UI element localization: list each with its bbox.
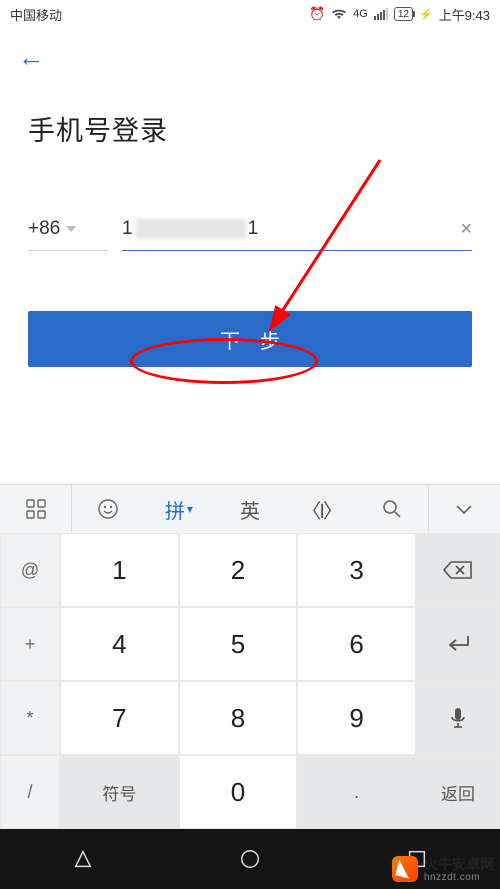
- key-at[interactable]: @: [0, 533, 60, 607]
- nav-recent-icon[interactable]: [406, 848, 428, 870]
- clear-input-icon[interactable]: ×: [460, 218, 472, 241]
- keyboard-search-icon[interactable]: [357, 485, 428, 533]
- keyboard-emoji-icon[interactable]: [72, 485, 143, 533]
- key-plus[interactable]: +: [0, 607, 60, 681]
- key-slash[interactable]: /: [0, 755, 60, 829]
- country-code-selector[interactable]: +86: [28, 218, 108, 251]
- phone-number-input[interactable]: 1 1 ×: [122, 218, 472, 251]
- wifi-icon: [331, 8, 347, 20]
- carrier-label: 中国移动: [10, 5, 62, 24]
- keyboard-toolbar: 拼▾ 英 〈I〉: [0, 485, 500, 533]
- key-1[interactable]: 1: [60, 533, 179, 607]
- keyboard-collapse-icon[interactable]: [429, 485, 500, 533]
- key-8[interactable]: 8: [179, 681, 298, 755]
- key-9[interactable]: 9: [297, 681, 416, 755]
- key-7[interactable]: 7: [60, 681, 179, 755]
- alarm-icon: ⏰: [309, 6, 325, 22]
- key-symbol[interactable]: 符号: [60, 755, 179, 829]
- status-bar: 中国移动 ⏰ 4G 12 ⚡ 上午9:43: [0, 0, 500, 28]
- signal-icon: [374, 8, 388, 20]
- chevron-down-icon: [66, 226, 76, 232]
- phone-suffix: 1: [248, 218, 260, 240]
- nav-bar: ←: [0, 28, 500, 79]
- page-title: 手机号登录: [0, 79, 500, 158]
- charging-icon: ⚡: [419, 8, 433, 21]
- key-asterisk[interactable]: *: [0, 681, 60, 755]
- phone-redacted: [136, 219, 246, 239]
- keyboard-mode-pinyin[interactable]: 拼▾: [143, 485, 214, 533]
- android-nav-bar: [0, 829, 500, 889]
- key-6[interactable]: 6: [297, 607, 416, 681]
- key-backspace[interactable]: [416, 533, 500, 607]
- key-enter[interactable]: [416, 607, 500, 681]
- back-arrow-icon[interactable]: ←: [18, 42, 44, 72]
- keyboard-apps-icon[interactable]: [0, 485, 71, 533]
- phone-input-row: +86 1 1 ×: [0, 158, 500, 251]
- key-return[interactable]: 返回: [416, 755, 500, 829]
- keyboard-cursor-mode[interactable]: 〈I〉: [286, 485, 357, 533]
- key-2[interactable]: 2: [179, 533, 298, 607]
- nav-back-icon[interactable]: [72, 848, 94, 870]
- annotation-ellipse: [130, 338, 318, 384]
- key-4[interactable]: 4: [60, 607, 179, 681]
- key-0[interactable]: 0: [179, 755, 298, 829]
- phone-prefix: 1: [122, 218, 134, 240]
- key-voice[interactable]: [416, 681, 500, 755]
- nav-home-icon[interactable]: [239, 848, 261, 870]
- clock-label: 上午9:43: [439, 5, 490, 24]
- battery-icon: 12: [394, 7, 413, 21]
- key-3[interactable]: 3: [297, 533, 416, 607]
- country-code-label: +86: [28, 218, 60, 240]
- keyboard-mode-english[interactable]: 英: [214, 485, 285, 533]
- soft-keyboard: 拼▾ 英 〈I〉 @ 1 2 3 + 4 5 6 * 7 8 9 /: [0, 484, 500, 829]
- key-dot[interactable]: .: [297, 755, 416, 829]
- key-5[interactable]: 5: [179, 607, 298, 681]
- keyboard-grid: @ 1 2 3 + 4 5 6 * 7 8 9 / 符号 0 . 返回: [0, 533, 500, 829]
- network-label: 4G: [353, 8, 368, 20]
